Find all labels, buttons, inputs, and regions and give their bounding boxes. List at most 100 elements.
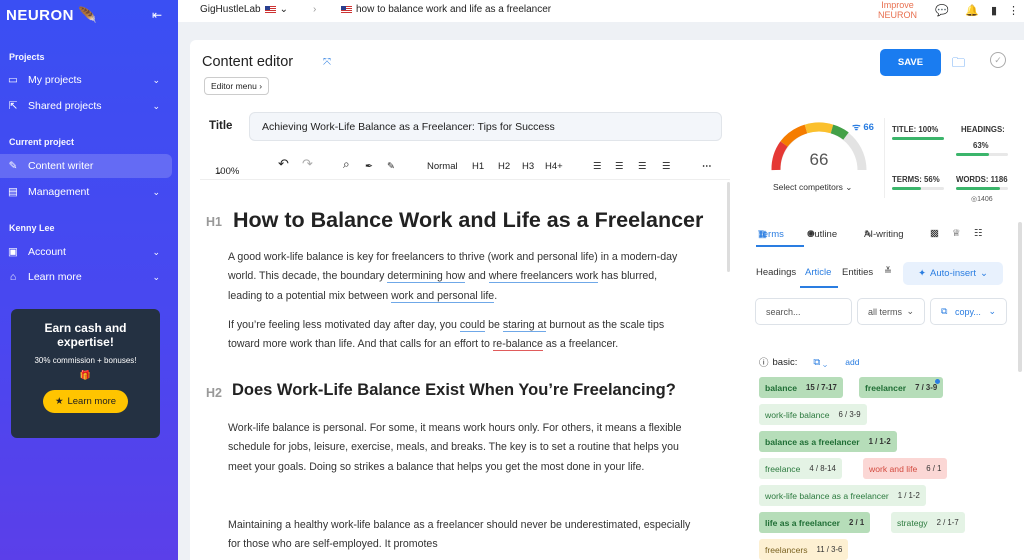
redo-icon[interactable]: ↷ <box>302 156 313 172</box>
undo-icon[interactable]: ↶ <box>278 156 289 172</box>
term-chip-count: 1 / 1-2 <box>897 491 920 500</box>
heading-2[interactable]: Does Work-Life Balance Exist When You’re… <box>232 381 676 400</box>
top-bar: GigHustleLab ⌄ › how to balance work and … <box>178 0 1024 22</box>
info-icon: ⓘ <box>759 358 769 369</box>
signal-icon: ᯤ <box>852 122 861 133</box>
term-chip[interactable]: freelancers 11 / 3-6 <box>759 539 849 560</box>
expand-icon[interactable]: ⤧ <box>323 57 331 68</box>
auto-insert-button[interactable]: ✦ Auto-insert ⌄ <box>903 262 1003 285</box>
term-chip[interactable]: work-life balance 6 / 3-9 <box>759 404 867 425</box>
title-progress-bar <box>892 137 944 140</box>
feather-icon: 🪶 <box>78 7 98 24</box>
feather-icon: ✎ <box>8 160 18 172</box>
copy-select[interactable]: ⧉ copy... ⌄ <box>930 298 1007 325</box>
term-overuse-highlight[interactable]: re-balance <box>492 338 543 352</box>
panel-scrollbar[interactable] <box>1018 222 1022 372</box>
learn-more-button[interactable]: ★ Learn more <box>42 390 129 413</box>
list-icon[interactable]: ☷ <box>974 228 983 239</box>
competitor-score[interactable]: ᯤ 66 <box>852 120 874 133</box>
terms-filter-select[interactable]: all terms ⌄ <box>857 298 925 325</box>
select-competitors-dropdown[interactable]: Select competitors ⌄ <box>773 182 852 193</box>
select-competitors-label: Select competitors <box>773 182 843 192</box>
term-chip[interactable]: strategy 2 / 1-7 <box>891 512 965 533</box>
format-h4plus[interactable]: H4+ <box>545 161 563 172</box>
copy-dropdown-icon[interactable]: ⧉ ⌄ <box>813 357 827 368</box>
format-h1[interactable]: H1 <box>472 161 484 172</box>
chat-crown-icon[interactable]: ♕ <box>952 228 961 239</box>
document-breadcrumb[interactable]: how to balance work and life as a freela… <box>341 4 551 15</box>
improve-label: Improve <box>881 0 914 10</box>
paragraph-3[interactable]: Work-life balance is personal. For some,… <box>228 419 694 477</box>
save-button[interactable]: SAVE <box>880 49 941 76</box>
format-h2[interactable]: H2 <box>498 161 510 172</box>
subtab-article[interactable]: Article <box>805 267 831 278</box>
term-highlight[interactable]: staring at <box>502 319 547 332</box>
term-chip[interactable]: freelance 4 / 8-14 <box>759 458 842 479</box>
term-highlight[interactable]: where freelancers work <box>488 270 599 284</box>
editor-menu-button[interactable]: Editor menu › <box>204 77 270 95</box>
chevron-down-icon: ⌄ <box>845 182 853 192</box>
text-run: as a freelancer. <box>542 338 619 351</box>
format-normal[interactable]: Normal <box>427 161 458 172</box>
tab-label: AI-writing <box>864 229 904 240</box>
align-left-icon[interactable]: ☰ <box>593 161 602 172</box>
term-highlight[interactable]: could <box>459 319 486 332</box>
bell-icon[interactable]: 🔔 <box>965 4 979 17</box>
copy-icon: ⧉ <box>941 306 948 316</box>
term-chip[interactable]: balance as a freelancer 1 / 1-2 <box>759 431 897 452</box>
term-chip[interactable]: work-life balance as a freelancer 1 / 1-2 <box>759 485 926 506</box>
brand-logo[interactable]: NEURON 🪶 <box>6 6 98 25</box>
words-progress-bar <box>956 187 1008 190</box>
sidebar-item-shared-projects[interactable]: ⇱ Shared projects ⌄ <box>0 94 172 118</box>
term-chip[interactable]: life as a freelancer 2 / 1 <box>759 512 871 533</box>
align-justify-icon[interactable]: ☰ <box>662 161 671 172</box>
editor-scrollbar[interactable] <box>727 182 730 272</box>
highlighter-icon[interactable]: ✒ <box>365 161 373 172</box>
sidebar-item-label: Account <box>28 246 66 258</box>
improve-neuron-link[interactable]: Improve NEURON <box>878 0 917 20</box>
term-chip[interactable]: work and life 6 / 1 <box>863 458 948 479</box>
format-h3[interactable]: H3 <box>522 161 534 172</box>
filter-settings-icon[interactable]: ≚ <box>884 266 892 277</box>
more-icon[interactable]: ⋯ <box>702 161 712 172</box>
content-score-value: 66 <box>809 150 829 169</box>
term-chip-label: balance as a freelancer <box>765 436 860 447</box>
term-highlight[interactable]: work and personal life <box>391 289 495 303</box>
more-icon[interactable]: ⋮ <box>1008 4 1019 17</box>
folder-open-icon[interactable]: 🗀 <box>952 54 965 76</box>
sidebar-item-my-projects[interactable]: ▭ My projects ⌄ <box>0 68 172 92</box>
words-target: ◎1406 <box>971 195 993 203</box>
collapse-sidebar-icon[interactable]: ⇤ <box>152 8 162 22</box>
search-icon[interactable]: ⌕ <box>343 157 350 172</box>
pen-icon[interactable]: ✎ <box>387 161 395 172</box>
us-flag-icon <box>264 6 276 13</box>
sidebar-item-management[interactable]: ▤ Management ⌄ <box>0 180 172 204</box>
align-center-icon[interactable]: ☰ <box>615 161 624 172</box>
subtab-headings[interactable]: Headings <box>756 267 796 278</box>
sidebar-item-learn-more[interactable]: ⌂ Learn more ⌄ <box>0 265 172 289</box>
images-icon[interactable]: ▩ <box>930 228 939 239</box>
term-highlight[interactable]: determining how <box>387 270 466 284</box>
progress-fill <box>956 153 989 156</box>
project-selector[interactable]: GigHustleLab ⌄ <box>200 4 288 15</box>
sidebar-item-account[interactable]: ▣ Account ⌄ <box>0 240 172 264</box>
align-right-icon[interactable]: ☰ <box>638 161 647 172</box>
search-input[interactable]: search... <box>755 298 852 325</box>
sidebar-item-content-writer[interactable]: ✎ Content writer <box>0 154 172 178</box>
paragraph-2[interactable]: If you’re feeling less motivated day aft… <box>228 316 694 355</box>
text-run: be <box>485 319 503 331</box>
content-editor-card: Content editor ⤧ SAVE 🗀 ✓ Editor menu › … <box>190 40 1024 560</box>
check-circle-icon[interactable]: ✓ <box>990 52 1006 68</box>
term-chip[interactable]: freelancer 7 / 3-9 <box>859 377 944 398</box>
breadcrumb-separator-icon: › <box>313 4 317 15</box>
title-input[interactable]: Achieving Work-Life Balance as a Freelan… <box>249 112 722 141</box>
graduation-cap-icon: ⌂ <box>9 271 17 283</box>
heading-1[interactable]: How to Balance Work and Life as a Freela… <box>233 208 703 233</box>
term-chip[interactable]: balance 15 / 7-17 <box>759 377 843 398</box>
add-term-button[interactable]: add <box>845 357 859 367</box>
paragraph-4[interactable]: Maintaining a healthy work-life balance … <box>228 516 694 555</box>
paragraph-1[interactable]: A good work-life balance is key for free… <box>228 248 694 306</box>
chat-icon[interactable]: 💬 <box>935 4 949 17</box>
subtab-entities[interactable]: Entities <box>842 267 873 278</box>
layout-icon[interactable]: ▮ <box>991 4 997 17</box>
